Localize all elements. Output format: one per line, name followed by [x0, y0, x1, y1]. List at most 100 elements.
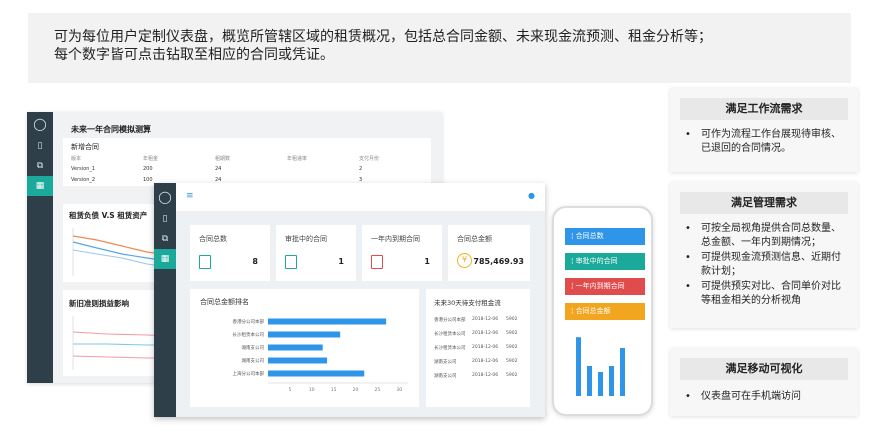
cashflow-row[interactable]: 长沙租赁本公司 2018-12-06 5902	[434, 331, 526, 341]
cashflow-row[interactable]: 长沙租赁本公司 2018-12-06 5902	[434, 345, 526, 355]
menu-icon[interactable]: ≡	[186, 191, 194, 201]
cell-rent-1[interactable]: 200	[143, 166, 153, 172]
phone-kpi-button[interactable]: ¦ 合同总金额	[565, 303, 645, 320]
copy-icon[interactable]: ⧉	[27, 156, 53, 176]
phone-kpi-button[interactable]: ¦ 合同总数	[565, 228, 645, 245]
cashflow-cell: 湖南支公司	[434, 360, 457, 365]
panel-item: 可提供预实对比、合同单价对比等租金相关的分析视角	[685, 280, 845, 308]
ranking-bar[interactable]	[268, 344, 323, 351]
phone-bar	[598, 372, 603, 396]
panel-title: 满足工作流需求	[680, 98, 848, 120]
cashflow-cell: 2018-12-06	[472, 345, 499, 350]
logo-icon: ◯	[158, 190, 172, 204]
kpi-approving-contracts[interactable]: 审批中的合同 1	[276, 225, 356, 281]
ranking-tick-label: 30	[396, 387, 402, 393]
cashflow-cell: 5902	[506, 331, 518, 336]
cashflow-title: 未来30天待支付租金流	[434, 299, 501, 307]
cell-month-1[interactable]: 2	[359, 166, 362, 172]
doc-icon[interactable]: ▯	[154, 209, 176, 229]
ranking-tick-label: 5	[288, 387, 291, 393]
cashflow-cell: 香港分公司本部	[434, 318, 466, 323]
ranking-category-label: 上海分公司本部	[233, 370, 265, 377]
grid-icon[interactable]: ▦	[27, 176, 53, 196]
kpi-label: 合同总数	[199, 235, 227, 243]
grid-icon[interactable]: ▦	[154, 249, 176, 269]
cashflow-cell: 长沙租赁本公司	[434, 346, 466, 351]
banner-line-2: 每个数字皆可点击钻取至相应的合同或凭证。	[54, 47, 334, 63]
kpi-label: 审批中的合同	[285, 235, 327, 243]
kpi-label: 合同总金额	[457, 235, 492, 243]
cashflow-row[interactable]: 香港分公司本部 2018-12-06 5902	[434, 317, 526, 327]
cashflow-card: 未来30天待支付租金流 香港分公司本部 2018-12-06 5902 长沙租赁本公司…	[426, 289, 530, 407]
col-header-term: 租期数	[215, 156, 231, 162]
cashflow-cell: 5902	[506, 373, 518, 378]
cell-rent-2[interactable]: 100	[143, 177, 153, 183]
cashflow-cell: 2018-12-06	[472, 331, 499, 336]
phone-kpi-button[interactable]: ¦ 一年内到期合同	[565, 278, 645, 295]
cell-version-2[interactable]: Version_2	[71, 177, 95, 183]
kpi-expiring-contracts[interactable]: 一年内到期合同 1	[362, 225, 442, 281]
kpi-value: 1	[338, 257, 344, 266]
ranking-chart-title: 合同总金额排名	[200, 298, 249, 306]
ranking-bar[interactable]	[268, 318, 387, 325]
logo-icon: ◯	[33, 117, 47, 131]
phone-kpi-button[interactable]: ¦ 审批中的合同	[565, 253, 645, 270]
pl-impact-chart-title: 新旧准则损益影响	[69, 299, 129, 308]
contract-ranking-card: 合同总金额排名 香港分公司本部 长沙租赁本公司 湖南支公司 湖南支公司 上海分公司本部 5…	[190, 289, 419, 407]
contract-doc-icon	[199, 255, 211, 269]
front-sidebar: ◯ ▯ ⧉ ▦	[154, 183, 176, 417]
new-contract-card: 新增合同 版本 年租金 租期数 年租递率 支付月份 Version_1 200 …	[63, 138, 431, 186]
panel-title: 满足管理需求	[680, 192, 848, 214]
section-title: 未来一年合同模拟测算	[71, 125, 151, 134]
ranking-bar[interactable]	[268, 370, 365, 377]
ranking-bar[interactable]	[268, 331, 341, 338]
contract-doc-icon	[285, 255, 297, 269]
doc-icon[interactable]: ▯	[27, 136, 53, 156]
description-banner: 可为每位用户定制仪表盘，概览所管辖区域的租赁概况，包括总合同金额、未来现金流预测…	[28, 13, 851, 83]
cashflow-row[interactable]: 湖南支公司 2018-12-06 5902	[434, 373, 526, 383]
cell-term-1[interactable]: 24	[215, 166, 221, 172]
kpi-value: 8	[252, 257, 258, 266]
new-contract-title: 新增合同	[71, 143, 99, 151]
panel-list: 可作为流程工作台展现待审核、已退回的合同情况。	[685, 128, 845, 157]
ranking-tick-label: 10	[309, 387, 315, 393]
front-dashboard-screenshot: ◯ ▯ ⧉ ▦ ≡ ● 合同总数 8 审批中的合同 1 一年内到期合同 1 合同…	[154, 183, 545, 417]
cashflow-cell: 湖南支公司	[434, 374, 457, 379]
kpi-contract-count[interactable]: 合同总数 8	[190, 225, 270, 281]
back-sidebar: ◯ ▯ ⧉ ▦	[27, 112, 53, 383]
workflow-panel: 满足工作流需求 可作为流程工作台展现待审核、已退回的合同情况。	[670, 88, 858, 172]
liability-chart-title: 租赁负债 V.S 租赁资产	[69, 211, 148, 220]
cashflow-cell: 2018-12-06	[472, 317, 499, 322]
kpi-total-amount[interactable]: 合同总金额 ¥ 785,469.93	[448, 225, 530, 281]
cashflow-cell: 5902	[506, 345, 518, 350]
phone-mockup: ¦ 合同总数 ¦ 审批中的合同 ¦ 一年内到期合同 ¦ 合同总金额	[552, 206, 653, 416]
mobile-panel: 满足移动可视化 仪表盘可在手机端访问	[670, 348, 858, 416]
col-header-month: 支付月份	[359, 156, 380, 162]
copy-icon[interactable]: ⧉	[154, 229, 176, 249]
contract-doc-icon	[371, 255, 383, 269]
front-topbar: ≡ ●	[176, 183, 545, 211]
cashflow-cell: 5902	[506, 359, 518, 364]
panel-item: 可提供现金流预测信息、近期付款计划；	[685, 251, 845, 279]
kpi-value: 785,469.93	[473, 257, 524, 266]
panel-item: 仪表盘可在手机端访问	[685, 390, 845, 404]
cashflow-row[interactable]: 湖南支公司 2018-12-06 5902	[434, 359, 526, 369]
yen-coin-icon: ¥	[457, 253, 472, 268]
user-icon[interactable]: ●	[528, 191, 535, 200]
cell-version-1[interactable]: Version_1	[71, 166, 95, 172]
panel-title: 满足移动可视化	[680, 358, 848, 380]
ranking-bar[interactable]	[268, 357, 328, 364]
phone-bar	[576, 337, 581, 396]
panel-list: 仪表盘可在手机端访问	[685, 390, 845, 405]
management-panel: 满足管理需求 可按全局视角提供合同总数量、总金额、一年内到期情况； 可提供现金流…	[670, 182, 858, 328]
col-header-rate: 年租递率	[287, 156, 308, 162]
col-header-version: 版本	[71, 156, 82, 162]
ranking-category-label: 湖南支公司	[242, 344, 265, 351]
cashflow-cell: 长沙租赁本公司	[434, 332, 466, 337]
panel-item: 可按全局视角提供合同总数量、总金额、一年内到期情况；	[685, 222, 845, 250]
cashflow-cell: 5902	[506, 317, 518, 322]
cashflow-cell: 2018-12-06	[472, 373, 499, 378]
phone-bar	[620, 348, 625, 396]
cashflow-cell: 2018-12-06	[472, 359, 499, 364]
ranking-bar-chart: 香港分公司本部长沙租赁本公司湖南支公司湖南支公司上海分公司本部5 10 15 20 25…	[233, 318, 408, 393]
